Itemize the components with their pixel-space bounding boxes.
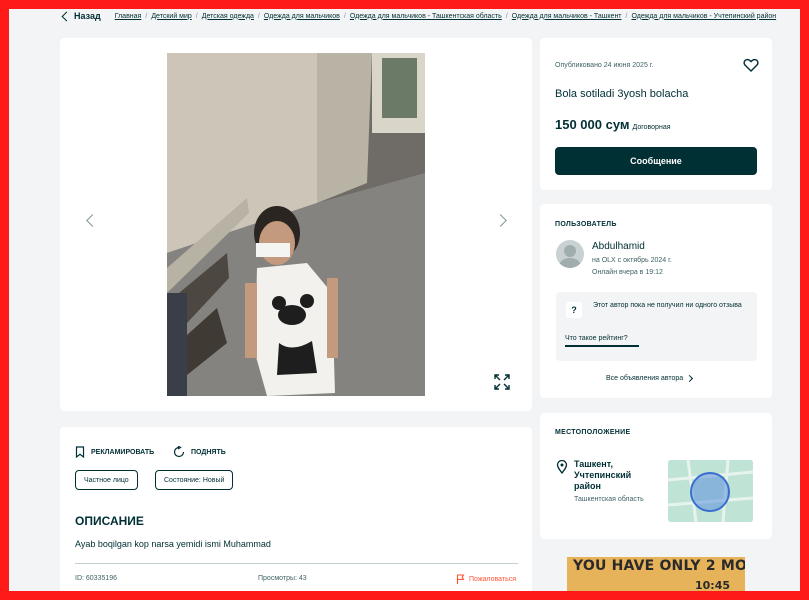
price-negotiable: Договорная <box>632 124 671 131</box>
avatar-placeholder-icon <box>559 245 581 268</box>
breadcrumb-item[interactable]: Детский мир <box>151 13 191 20</box>
location-city: Ташкент, Учтепинский район <box>574 459 632 491</box>
raise-label: ПОДНЯТЬ <box>191 448 226 456</box>
breadcrumb-separator: / <box>505 12 508 20</box>
message-button[interactable]: Сообщение <box>555 147 757 175</box>
heart-icon[interactable] <box>743 57 759 73</box>
published-date: Опубликовано 24 июня 2025 г. <box>555 62 654 69</box>
breadcrumb-item[interactable]: Одежда для мальчиков <box>264 13 340 20</box>
location-section-title: МЕСТОПОЛОЖЕНИЕ <box>555 429 631 436</box>
price-value: 150 000 сум <box>555 117 630 132</box>
breadcrumb-item[interactable]: Одежда для мальчиков - Учтепинский район <box>631 13 776 20</box>
rating-text: Этот автор пока не получил ни одного отз… <box>593 302 742 309</box>
price: 150 000 сум Договорная <box>555 117 671 132</box>
map-illustration <box>668 460 753 522</box>
back-label: Назад <box>74 11 101 21</box>
tag-condition: Состояние: Новый <box>155 470 234 490</box>
description-card: РЕКЛАМИРОВАТЬ ПОДНЯТЬ Частное лицо Состо… <box>60 427 532 600</box>
rating-info-link[interactable]: Что такое рейтинг? <box>565 335 639 347</box>
location-region: Ташкентская область <box>574 496 644 503</box>
all-ads-link[interactable]: Все объявления автора <box>606 374 694 383</box>
breadcrumb-separator: / <box>343 12 346 20</box>
listing-title: Bola sotiladi 3yosh bolacha <box>555 88 689 100</box>
location-map[interactable] <box>668 460 753 522</box>
chevron-right-icon <box>686 374 694 383</box>
description-heading: ОПИСАНИЕ <box>75 514 144 528</box>
promote-label: РЕКЛАМИРОВАТЬ <box>91 448 155 456</box>
breadcrumb-separator: / <box>145 12 148 20</box>
listing-id: ID: 60335196 <box>75 575 118 582</box>
listing-summary-card: Опубликовано 24 июня 2025 г. Bola sotila… <box>540 38 772 190</box>
breadcrumb-item[interactable]: Главная <box>115 13 142 20</box>
fullscreen-icon[interactable] <box>494 374 510 390</box>
photo-gallery <box>60 38 532 411</box>
raise-button[interactable]: ПОДНЯТЬ <box>173 446 226 458</box>
map-pin-icon <box>556 460 568 474</box>
all-ads-label: Все объявления автора <box>606 375 684 382</box>
next-photo-chevron-right-icon[interactable] <box>494 214 507 227</box>
report-link[interactable]: Пожаловаться <box>456 574 516 584</box>
breadcrumb-item[interactable]: Одежда для мальчиков - Ташкентская облас… <box>350 13 502 20</box>
breadcrumb-item[interactable]: Детская одежда <box>202 13 254 20</box>
views-count: Просмотры: 43 <box>258 575 307 582</box>
photo-illustration <box>167 53 425 396</box>
prev-photo-chevron-left-icon[interactable] <box>86 214 99 227</box>
breadcrumb-separator: / <box>257 12 260 20</box>
user-section-title: ПОЛЬЗОВАТЕЛЬ <box>555 221 617 228</box>
chevron-left-icon <box>61 11 72 21</box>
user-name[interactable]: Abdulhamid <box>592 241 645 252</box>
back-link[interactable]: Назад <box>60 11 101 21</box>
last-online: Онлайн вчера в 19:12 <box>592 269 663 276</box>
question-icon: ? <box>566 302 582 318</box>
banner-line1: YOU HAVE ONLY 2 MOVES <box>573 558 745 574</box>
promote-button[interactable]: РЕКЛАМИРОВАТЬ <box>75 446 154 458</box>
rating-box: ? Этот автор пока не получил ни одного о… <box>556 292 757 361</box>
breadcrumb-separator: / <box>625 12 628 20</box>
breadcrumb-separator: / <box>195 12 198 20</box>
description-text: Ayab boqilgan kop narsa yemidi ismi Muha… <box>75 539 271 549</box>
tag-seller-type: Частное лицо <box>75 470 138 490</box>
bookmark-icon <box>75 446 85 458</box>
member-since: на OLX с октябрь 2024 г. <box>592 257 672 264</box>
breadcrumb: Назад Главная / Детский мир / Детская од… <box>60 9 776 23</box>
user-card: ПОЛЬЗОВАТЕЛЬ Abdulhamid на OLX с октябрь… <box>540 204 772 398</box>
banner-line2: 10:45 <box>695 579 731 592</box>
listing-photo[interactable] <box>167 53 425 396</box>
refresh-icon <box>173 446 185 458</box>
divider <box>75 563 518 564</box>
breadcrumb-item[interactable]: Одежда для мальчиков - Ташкент <box>512 13 622 20</box>
ad-banner[interactable]: YOU HAVE ONLY 2 MOVES 10:45 <box>567 557 745 600</box>
avatar[interactable] <box>556 240 584 268</box>
location-card: МЕСТОПОЛОЖЕНИЕ Ташкент, Учтепинский райо… <box>540 413 772 539</box>
flag-icon <box>456 574 465 584</box>
report-label: Пожаловаться <box>469 575 517 583</box>
